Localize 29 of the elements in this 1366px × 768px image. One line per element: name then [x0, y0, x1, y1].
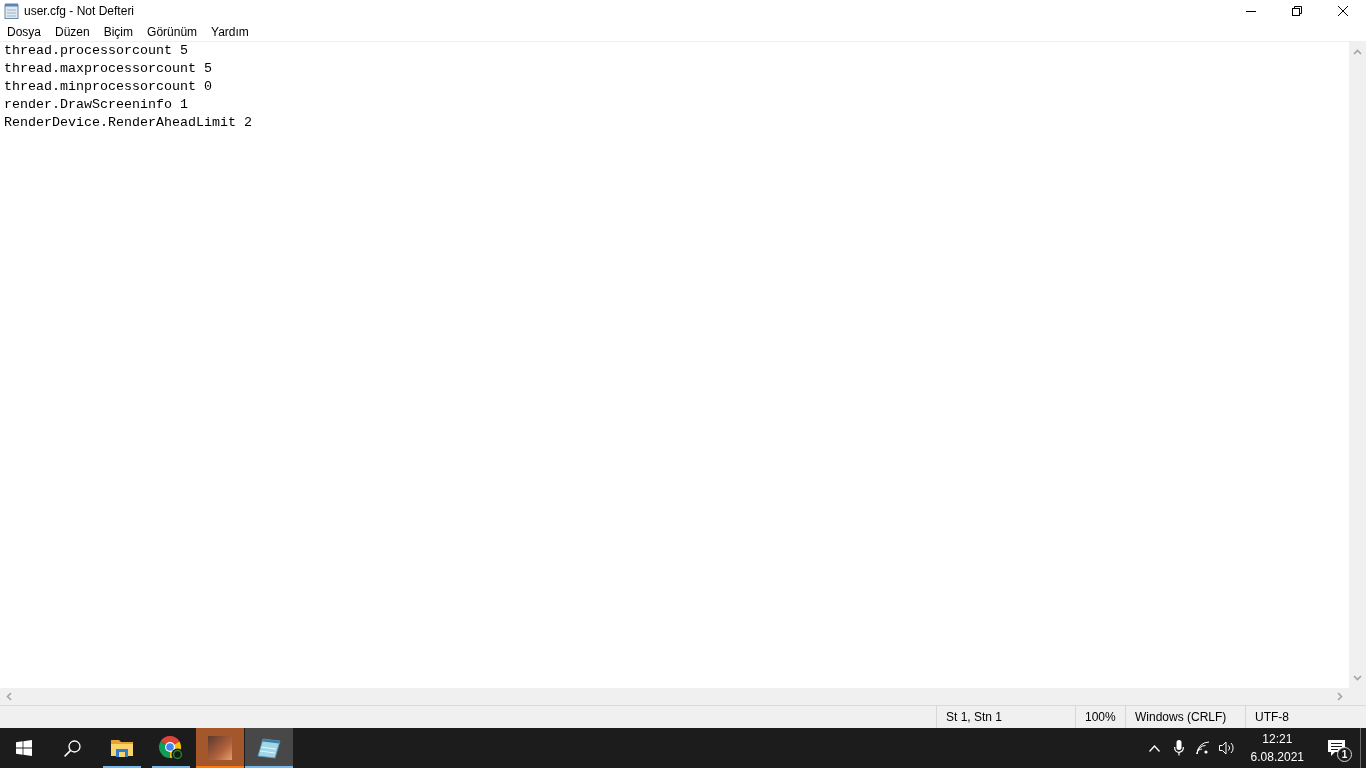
text-line: thread.maxprocessorcount 5 [4, 60, 212, 78]
notifications-button[interactable]: 1 [1312, 728, 1360, 768]
search-icon[interactable] [63, 739, 81, 757]
wifi-icon[interactable] [1195, 741, 1210, 755]
thumbnail-icon[interactable] [208, 736, 232, 760]
close-icon[interactable] [1338, 6, 1348, 16]
minimize-icon[interactable] [1246, 10, 1256, 12]
browser-logo-icon[interactable] [158, 735, 184, 761]
notification-count: 1 [1337, 747, 1352, 762]
menu-item[interactable]: Biçim [96, 22, 141, 41]
text-line: thread.minprocessorcount 0 [4, 78, 212, 96]
text-line: render.DrawScreeninfo 1 [4, 96, 188, 114]
menu-item[interactable]: Dosya [0, 22, 48, 41]
notepad-icon[interactable] [257, 737, 281, 759]
caret-up-icon[interactable] [1149, 744, 1161, 752]
restore-icon[interactable] [1292, 6, 1302, 16]
menu-item[interactable]: Düzen [48, 22, 97, 41]
window-title: user.cfg - Not Defteri [24, 4, 135, 18]
taskbar-app-button[interactable] [245, 728, 293, 768]
menu-item[interactable]: Görünüm [140, 22, 205, 41]
microphone-icon[interactable] [1173, 740, 1184, 756]
text-line: thread.processorcount 5 [4, 42, 188, 60]
speaker-icon[interactable] [1218, 741, 1235, 755]
clock-button[interactable]: 12:21 6.08.2021 [1242, 728, 1312, 768]
notepad-icon [4, 3, 19, 19]
menu-item[interactable]: Yardım [204, 22, 256, 41]
four-panes-icon[interactable] [16, 740, 32, 756]
text-line: RenderDevice.RenderAheadLimit 2 [4, 114, 252, 132]
folder-icon[interactable] [111, 739, 133, 757]
